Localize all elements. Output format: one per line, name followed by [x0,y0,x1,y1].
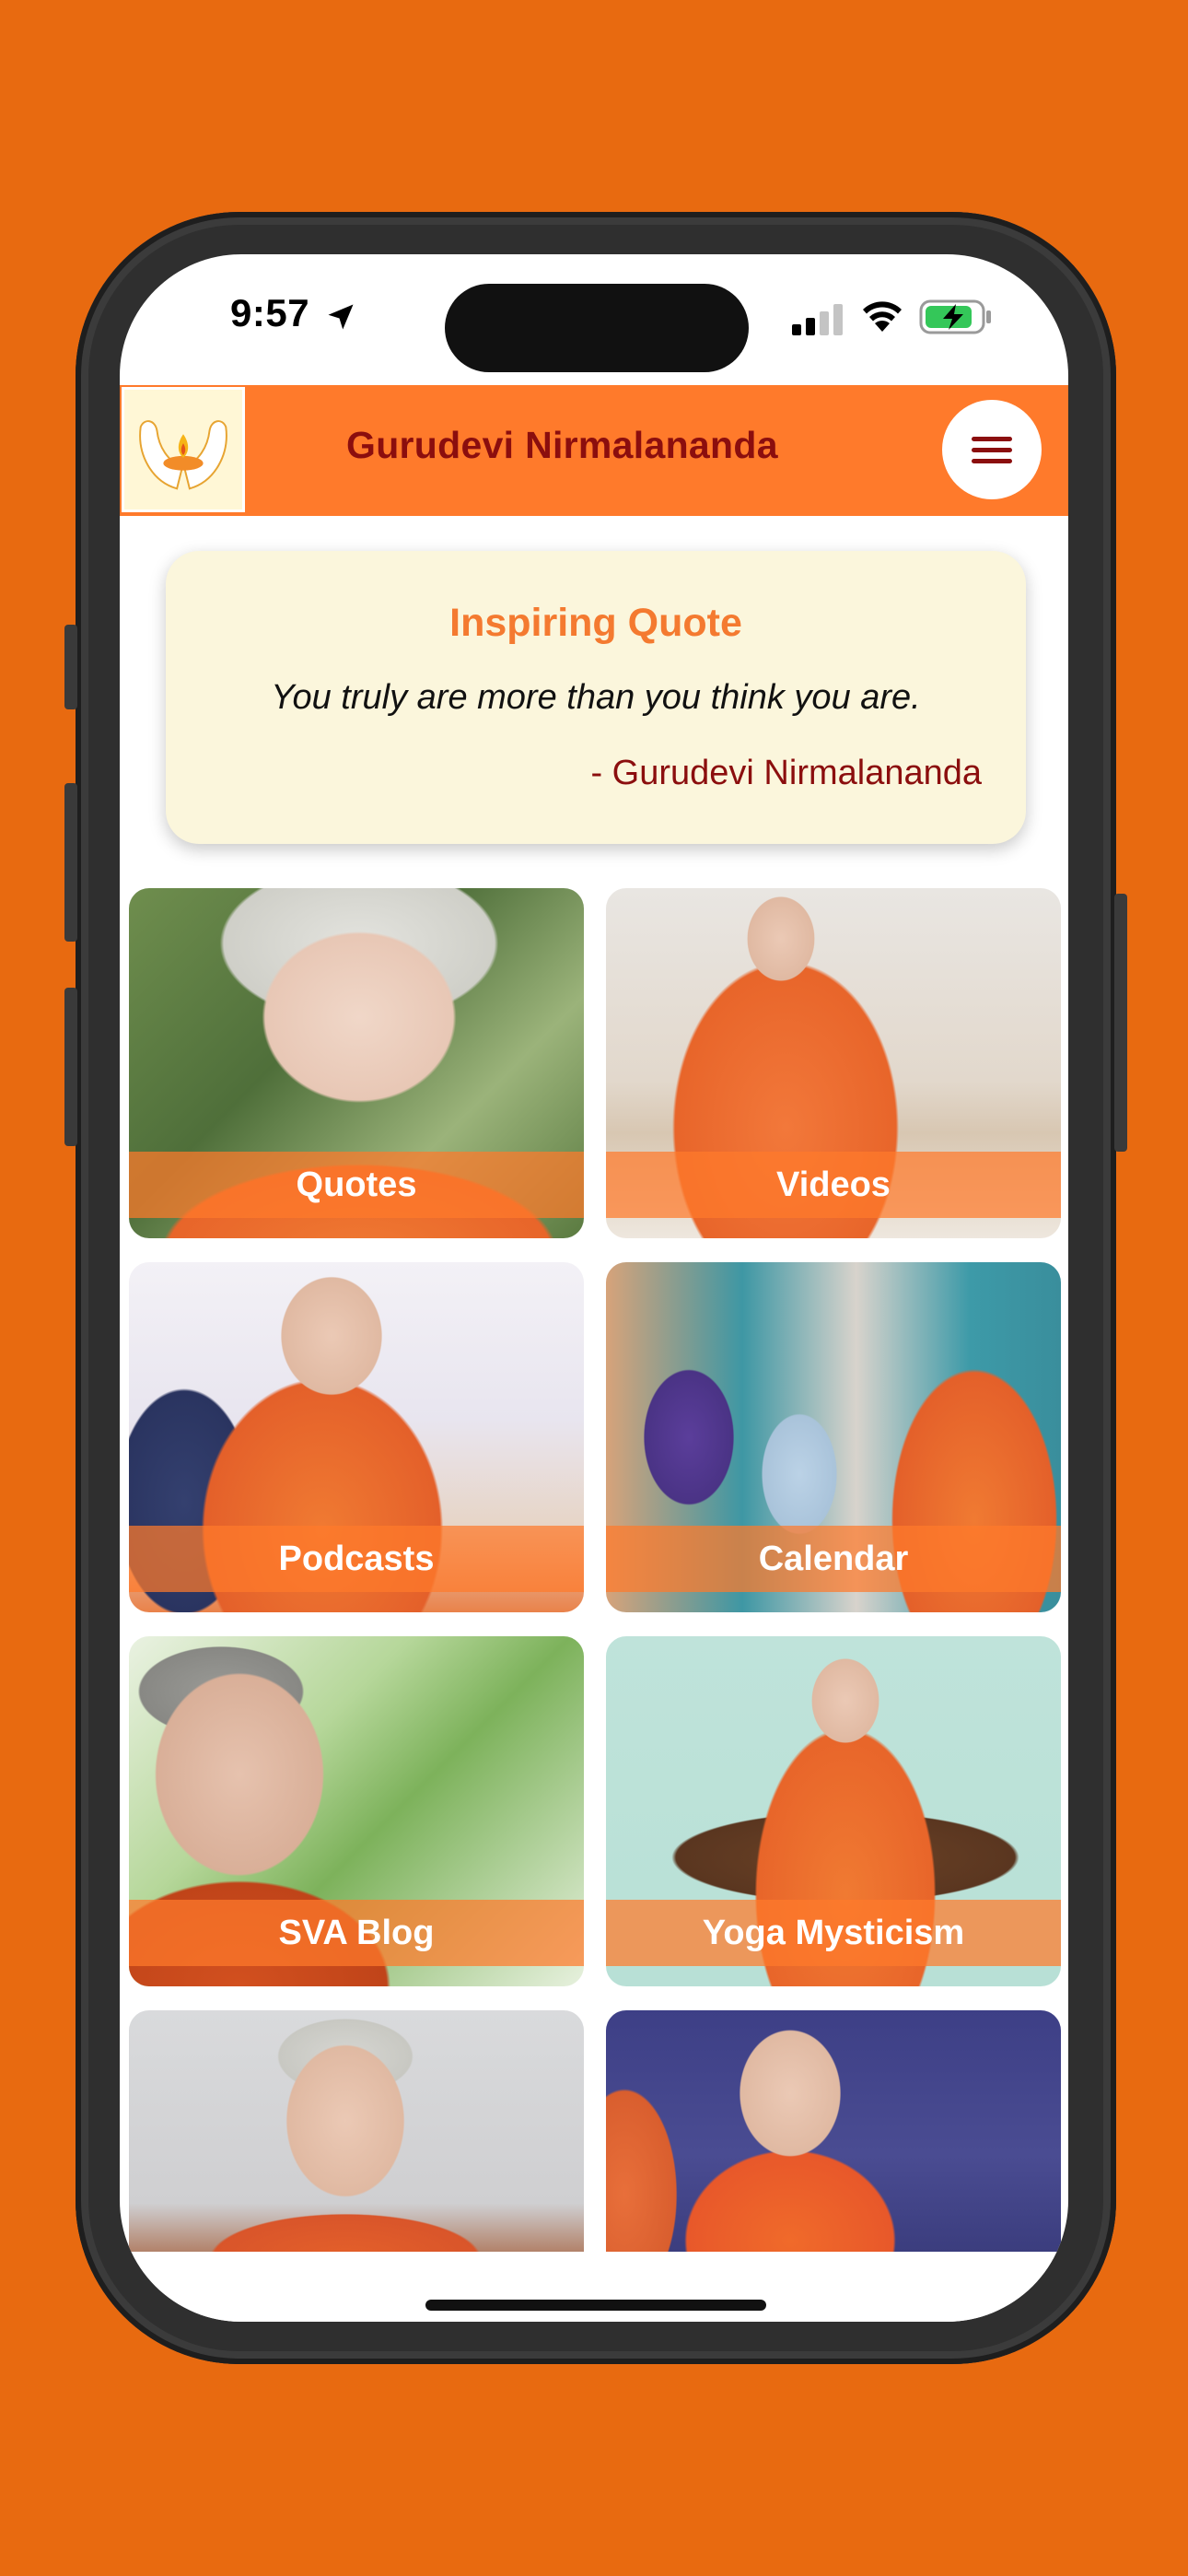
tile-quotes[interactable]: Quotes [129,888,584,1238]
cellular-signal-icon [792,304,843,335]
action-button [64,625,77,709]
hamburger-icon-bar [972,448,1012,452]
tile-videos[interactable]: Videos [606,888,1061,1238]
tile-label: Calendar [606,1526,1061,1592]
tile-photo [606,2010,1061,2252]
hamburger-icon-bar [972,437,1012,441]
hands-with-lamp-icon [139,420,227,490]
tile-yoga-mysticism[interactable]: Yoga Mysticism [606,1636,1061,1986]
power-button [1114,894,1127,1152]
app-header: Gurudevi Nirmalananda [120,385,1068,516]
status-time: 9:57 [230,291,310,334]
menu-button[interactable] [942,400,1042,499]
inspiring-quote-card: Inspiring Quote You truly are more than … [166,551,1026,844]
tile-row4-right[interactable] [606,2010,1061,2252]
app-title: Gurudevi Nirmalananda [346,424,778,466]
screen: 9:57 Gurudevi Nirmalananda Inspiring Quo… [120,254,1068,2322]
tile-label: SVA Blog [129,1900,584,1966]
tile-row4-left[interactable] [129,2010,584,2252]
tile-photo [129,2010,584,2252]
tile-sva-blog[interactable]: SVA Blog [129,1636,584,1986]
tile-calendar[interactable]: Calendar [606,1262,1061,1612]
dynamic-island [445,284,749,372]
quote-author: - Gurudevi Nirmalananda [590,754,982,792]
tile-label: Quotes [129,1152,584,1218]
status-bar: 9:57 [120,254,1068,383]
quote-title: Inspiring Quote [449,601,742,645]
bottom-safe-area [120,2252,1068,2322]
location-arrow-icon [328,304,354,330]
home-indicator[interactable] [425,2300,766,2311]
hamburger-icon-bar [972,459,1012,463]
battery-charging-icon [919,299,991,334]
tile-label: Podcasts [129,1526,584,1592]
volume-up-button [64,783,77,942]
tile-label: Yoga Mysticism [606,1900,1061,1966]
app-logo[interactable] [122,387,245,512]
wifi-icon [863,301,902,332]
tile-label: Videos [606,1152,1061,1218]
tile-podcasts[interactable]: Podcasts [129,1262,584,1612]
quote-text: You truly are more than you think you ar… [271,678,921,717]
volume-down-button [64,988,77,1146]
